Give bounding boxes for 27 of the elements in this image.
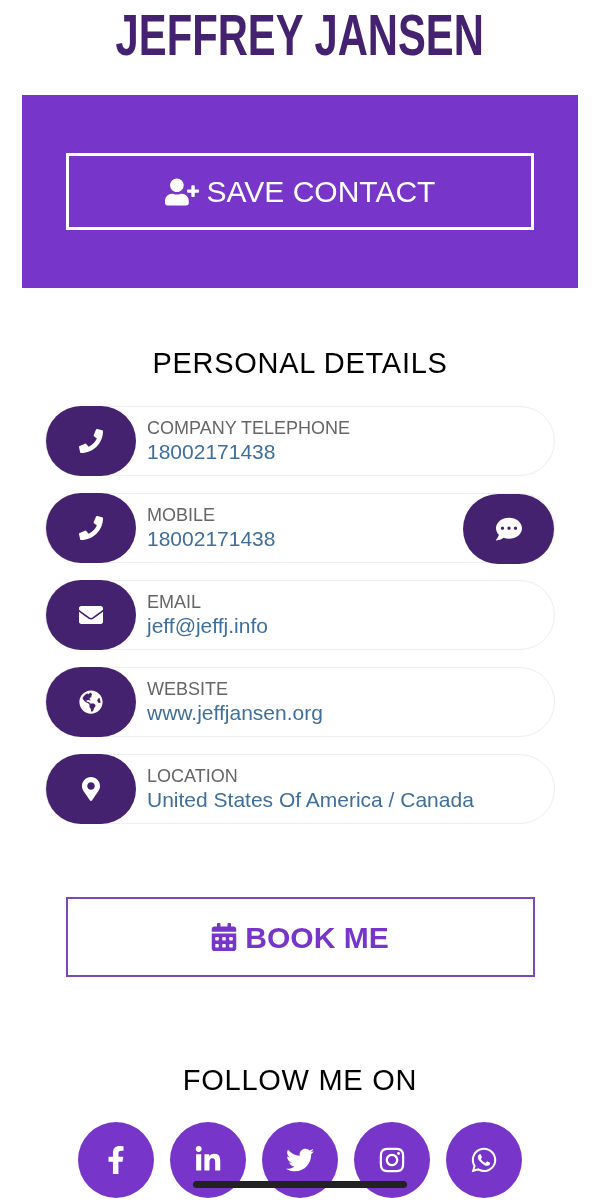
chat-bubble-icon (494, 516, 523, 542)
linkedin-icon (194, 1146, 222, 1174)
phone-icon (79, 516, 103, 540)
detail-label: MOBILE (147, 504, 217, 526)
detail-value[interactable]: United States Of America / Canada (147, 787, 474, 813)
add-user-icon (164, 177, 199, 206)
instagram-icon (378, 1146, 406, 1174)
map-pin-icon (79, 777, 103, 801)
envelope-icon (79, 603, 103, 627)
detail-label: LOCATION (147, 765, 239, 787)
detail-value[interactable]: 18002171438 (147, 526, 276, 552)
detail-label: COMPANY TELEPHONE (147, 417, 351, 439)
section-heading: PERSONAL DETAILS (151, 346, 449, 381)
phone-icon (79, 429, 103, 453)
detail-label: WEBSITE (147, 678, 229, 700)
detail-label: EMAIL (147, 591, 203, 613)
profile-name: JEFFREY JANSEN (115, 2, 485, 69)
detail-value[interactable]: 18002171438 (147, 439, 351, 465)
globe-icon (79, 690, 103, 714)
detail-value[interactable]: www.jeffjansen.org (147, 700, 323, 726)
follow-heading: FOLLOW ME ON (181, 1063, 419, 1098)
whatsapp-icon (470, 1146, 498, 1174)
twitter-icon (286, 1146, 314, 1174)
save-contact-button[interactable]: SAVE CONTACT (66, 153, 534, 230)
book-me-button[interactable]: BOOK ME (65, 897, 535, 977)
calendar-icon (211, 923, 238, 951)
detail-value[interactable]: jeff@jeffj.info (147, 613, 268, 639)
